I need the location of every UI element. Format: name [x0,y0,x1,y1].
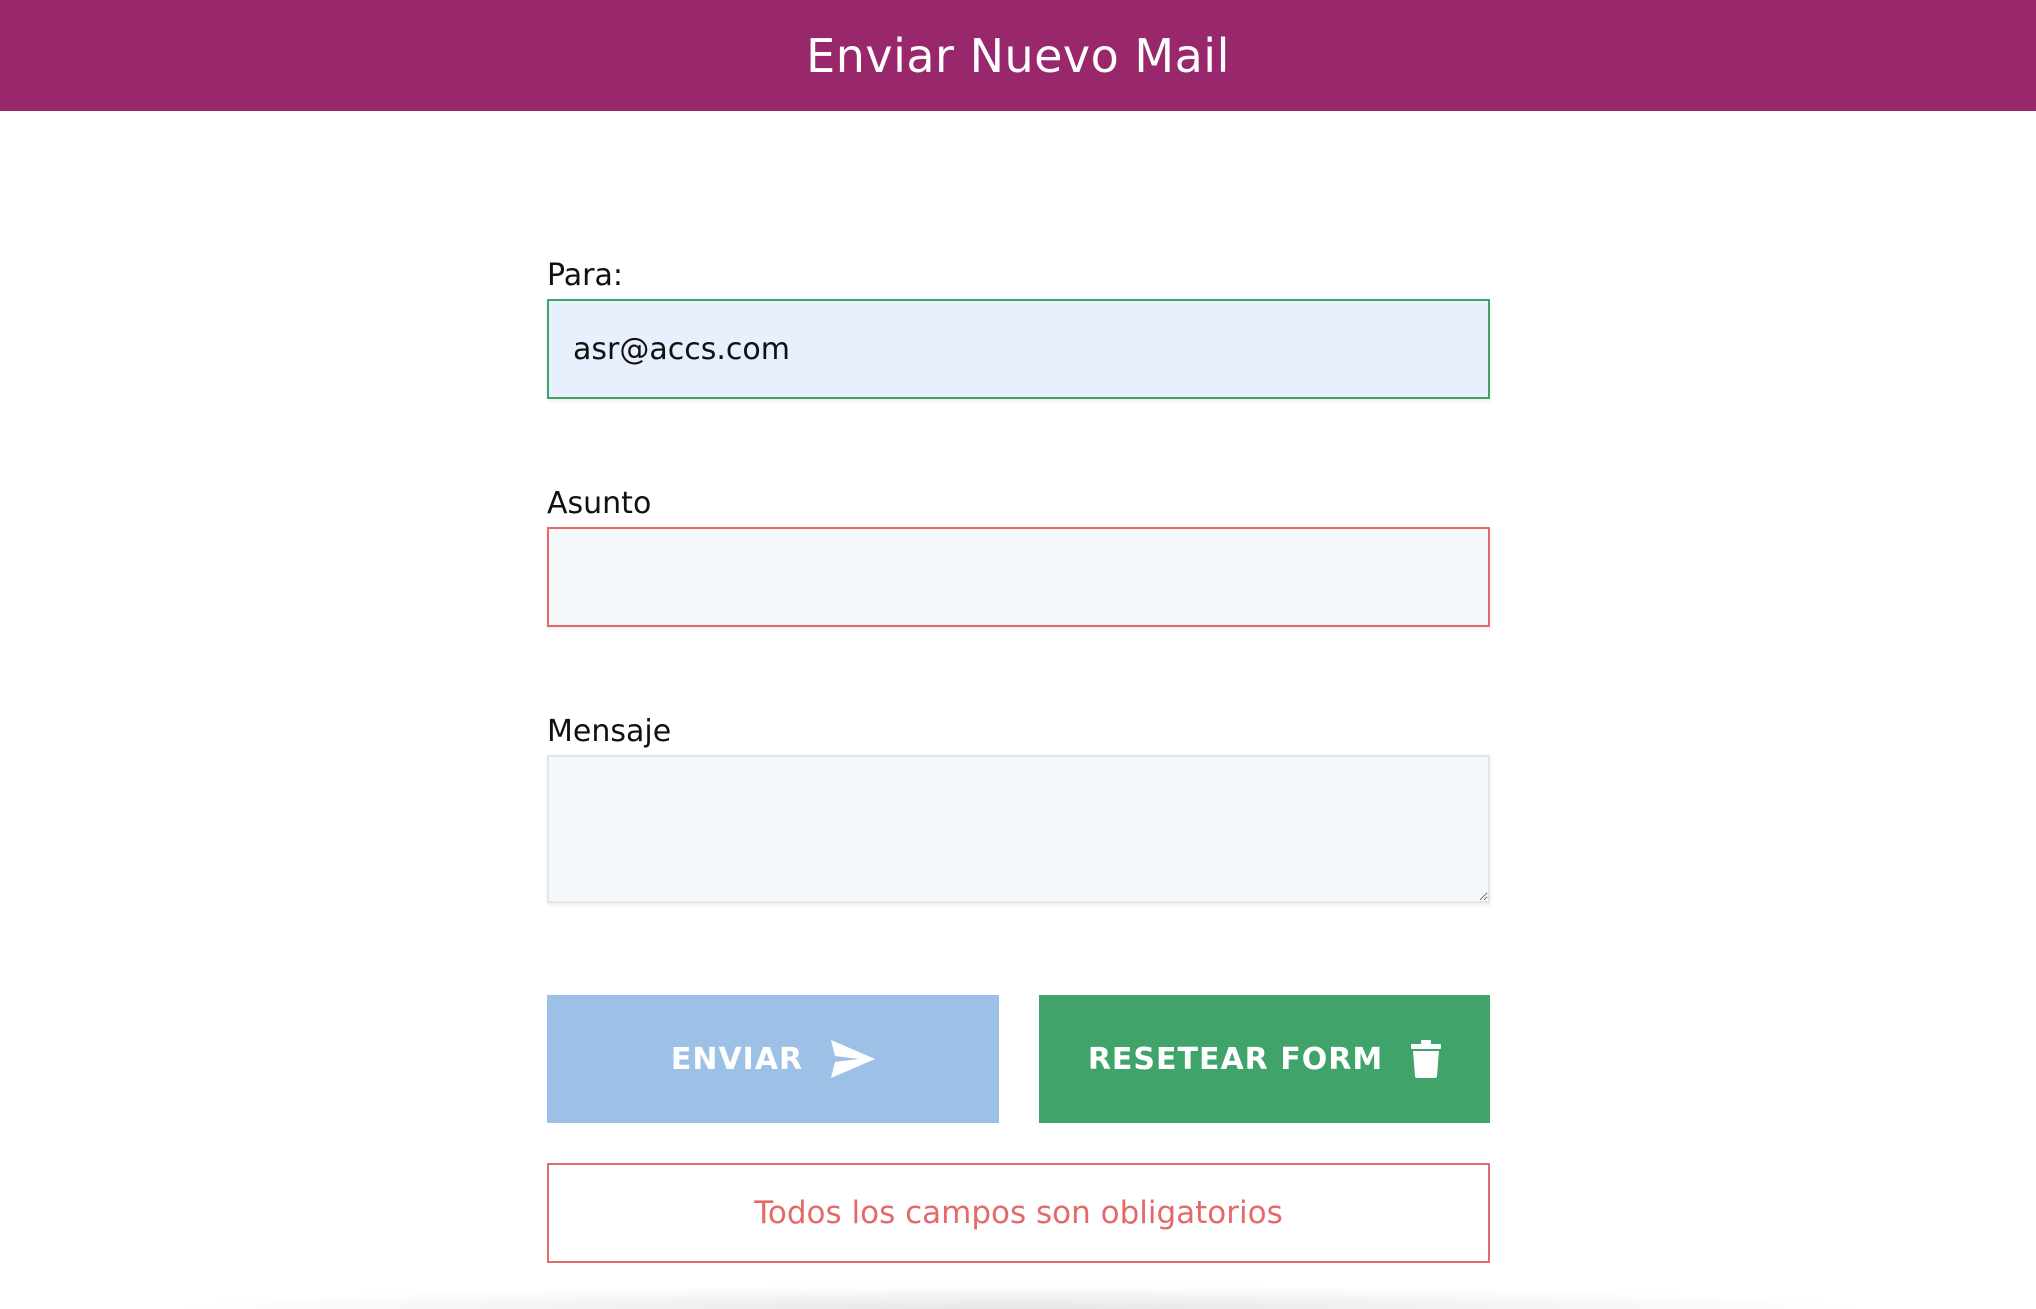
subject-label: Asunto [547,486,652,521]
validation-error-message: Todos los campos son obligatorios [754,1195,1283,1231]
reset-button-label: RESETEAR FORM [1087,1041,1384,1077]
to-input[interactable] [547,299,1490,399]
trash-icon [1411,1040,1442,1078]
to-label: Para: [547,258,623,293]
reset-form-button[interactable]: RESETEAR FORM [1039,995,1490,1123]
send-button-label: ENVIAR [670,1041,804,1077]
send-button[interactable]: ENVIAR [547,995,999,1123]
page-header: Enviar Nuevo Mail [0,0,2036,111]
subject-input[interactable] [547,527,1490,627]
paper-plane-icon [831,1040,876,1078]
page-title: Enviar Nuevo Mail [806,28,1230,83]
message-label: Mensaje [547,714,672,749]
bottom-shadow [160,1285,1876,1309]
message-textarea[interactable] [547,755,1490,903]
validation-error: Todos los campos son obligatorios [547,1163,1490,1263]
